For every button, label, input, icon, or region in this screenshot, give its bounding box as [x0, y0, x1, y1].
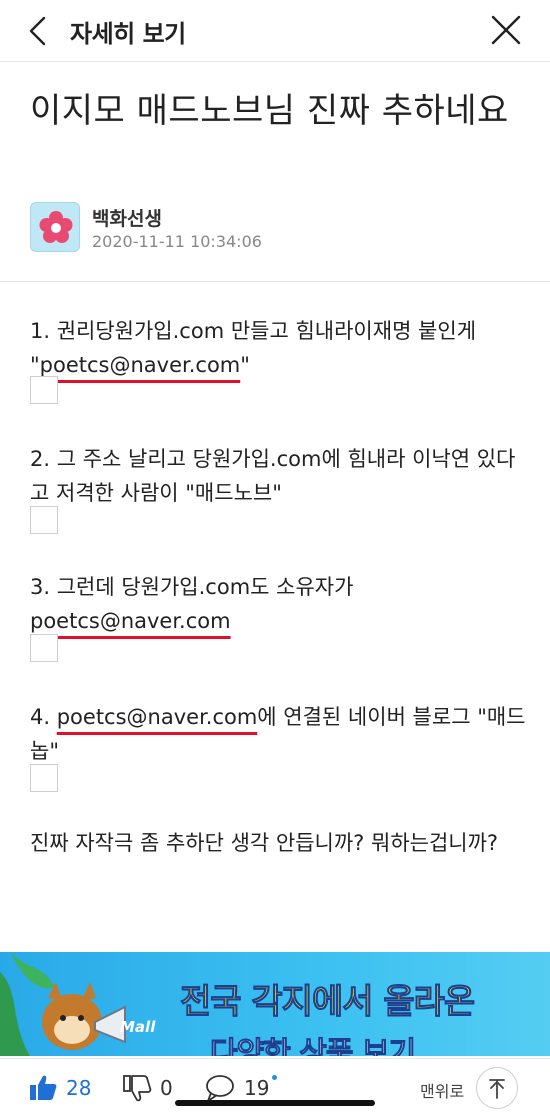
comment-count: 19 — [244, 1076, 270, 1100]
banner-subheadline: 다양한 상품 보기 — [209, 1036, 416, 1057]
broken-image — [30, 506, 58, 534]
chevron-left-icon — [29, 16, 46, 46]
avatar[interactable] — [30, 202, 80, 252]
banner-mall-label: Mall — [120, 1018, 156, 1036]
ad-banner[interactable]: Mall 전국 각지에서 올라온 다양한 상품 보기 — [0, 952, 550, 1056]
scroll-top-button[interactable] — [476, 1067, 518, 1109]
author-name[interactable]: 백화선생 — [92, 204, 162, 231]
paragraph-2: 2. 그 주소 날리고 당원가입.com에 힘내라 이낙연 있다고 저격한 사람… — [30, 447, 516, 505]
paragraph-5: 진짜 자작극 좀 추하단 생각 안듭니까? 뭐하는겁니까? — [30, 831, 499, 855]
new-comment-dot — [272, 1075, 277, 1080]
post-title: 이지모 매드노브님 진짜 추하네요 — [30, 91, 509, 131]
home-indicator — [175, 1100, 375, 1106]
post-date: 2020-11-11 10:34:06 — [92, 232, 262, 251]
paragraph-3-text: 3. 그런데 당원가입.com도 소유자가 — [30, 575, 354, 599]
thumbs-up-icon — [30, 1075, 57, 1100]
thumbs-down-icon — [123, 1075, 152, 1102]
author-info: 백화선생 2020-11-11 10:34:06 — [30, 200, 520, 260]
dislike-count: 0 — [160, 1076, 173, 1100]
email-link[interactable]: poetcs@naver.com — [40, 353, 241, 377]
comment-icon — [206, 1075, 234, 1102]
broken-image — [30, 634, 58, 662]
arrow-up-icon — [489, 1079, 505, 1099]
banner-headline: 전국 각지에서 올라온 — [179, 982, 475, 1023]
broken-image — [30, 764, 58, 792]
broken-image — [30, 376, 58, 404]
divider — [0, 281, 550, 282]
dislike-button[interactable]: 0 — [122, 1073, 173, 1103]
email-link[interactable]: poetcs@naver.com — [30, 609, 231, 633]
paragraph-1-tail: " — [240, 353, 250, 377]
flower-icon — [39, 211, 73, 243]
close-icon — [491, 15, 521, 45]
back-button[interactable] — [22, 14, 56, 48]
header-title: 자세히 보기 — [70, 20, 186, 48]
email-link[interactable]: poetcs@naver.com — [57, 705, 258, 729]
header-bar: 자세히 보기 — [0, 0, 550, 62]
paragraph-3: 3. 그런데 당원가입.com도 소유자가 poetcs@naver.com — [30, 570, 530, 638]
comment-button[interactable]: 19 — [204, 1073, 277, 1103]
paragraph-4: 4. poetcs@naver.com에 연결된 네이버 블로그 "매드놉" — [30, 700, 530, 768]
like-count: 28 — [66, 1076, 92, 1100]
paragraph-1: 1. 권리당원가입.com 만들고 힘내라이재명 붙인게 "poetcs@nav… — [30, 314, 530, 382]
mascot-illustration — [0, 952, 126, 1056]
paragraph-4-prefix: 4. — [30, 705, 57, 729]
close-button[interactable] — [488, 12, 524, 48]
bottom-action-bar: 28 0 19 맨위로 — [0, 1058, 550, 1118]
like-button[interactable]: 28 — [28, 1073, 91, 1103]
scroll-top-label[interactable]: 맨위로 — [420, 1078, 464, 1102]
